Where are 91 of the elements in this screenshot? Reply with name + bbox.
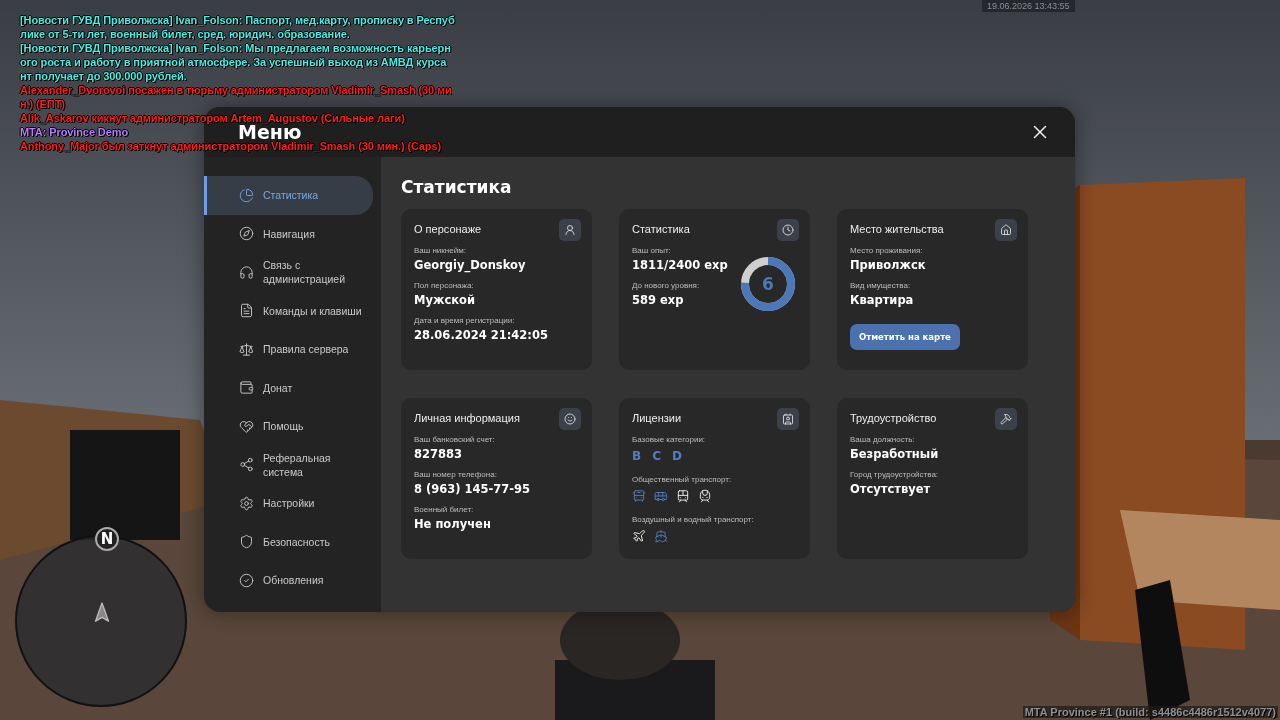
field-value: Мужской (414, 293, 475, 307)
field-label: Вид имущества: (850, 281, 911, 290)
headset-icon (239, 264, 254, 280)
field-value: Не получен (414, 517, 491, 531)
sidebar-label: Правила сервера (263, 342, 349, 357)
level-number: 6 (761, 273, 775, 296)
field-label: Ваш опыт: (632, 246, 671, 255)
check-circle-icon (239, 572, 254, 588)
chat-message: ого роста и работу в приятной атмосфере. За успешный выход из АМВД курса (20, 55, 447, 69)
chat-message: MTA: Province Demo (20, 125, 128, 139)
field-label: Воздушный и водный транспорт: (632, 515, 754, 524)
sidebar-label: Донат (263, 380, 293, 395)
sidebar-label: Реферальная система (263, 450, 332, 479)
chat-message: лике от 5-ти лет, военный билет, сред. юридич. образование. (20, 27, 350, 41)
field-value: Georgiy_Donskoy (414, 258, 526, 272)
person-icon (559, 219, 581, 241)
sidebar-label: Безопасность (263, 534, 330, 549)
sidebar-item[interactable]: Безопасность (204, 522, 373, 561)
mark-on-map-button[interactable]: Отметить на карте (850, 324, 960, 350)
pie-chart-icon (239, 187, 254, 203)
sidebar-label: Статистика (263, 188, 319, 203)
date-time: 19.06.2026 13:43:55 (982, 0, 1075, 12)
field-label: Ваш никнейм: (414, 246, 466, 255)
field-value: Безработный (850, 447, 939, 461)
chat-message: Alik_Askarov кикнут администратором Artem_Augustov (Сильные лаги) (20, 111, 405, 125)
field-label: Город трудоустройства: (850, 470, 939, 479)
field-label: Базовые категории: (632, 435, 706, 444)
chat-message: нт получает до 300.000 рублей. (20, 69, 187, 83)
scales-icon (239, 341, 254, 357)
chat-message: Anthony_Major был заткнут администратором Vladimir_Smash (30 мин.) (Caps) (20, 139, 442, 153)
license-category: B (632, 449, 642, 463)
field-value: Отсутствует (850, 482, 931, 496)
nodes-icon (239, 457, 254, 473)
sidebar-label: Настройки (263, 496, 315, 511)
sidebar-item[interactable]: Связь с администрацией (204, 253, 373, 292)
field-label: Ваш банковский счет: (414, 435, 495, 444)
north-marker: N (95, 527, 119, 551)
license-category: C (652, 449, 661, 463)
card-title: Место жительства (850, 223, 945, 235)
field-value: 1811/2400 exp (632, 258, 728, 272)
sidebar-item[interactable]: Обновления (204, 561, 373, 600)
field-label: Общественный транспорт: (632, 475, 732, 484)
id-card-icon (777, 408, 799, 430)
sidebar-item[interactable]: Статистика (204, 176, 373, 215)
sidebar-item[interactable]: Помощь (204, 407, 373, 446)
heart-handshake-icon (239, 418, 254, 434)
clock-icon (777, 219, 799, 241)
sidebar-item[interactable]: Навигация (204, 214, 373, 253)
sidebar-label: Помощь (263, 419, 304, 434)
compass-icon (239, 226, 254, 242)
field-value: 827883 (414, 447, 462, 461)
card-title: Трудоустройство (850, 412, 938, 424)
sidebar-item[interactable]: Команды и клавиши (204, 291, 373, 330)
field-label: Место проживания: (850, 246, 923, 255)
section-heading: Статистика (401, 177, 513, 197)
field-value: 589 exp (632, 293, 684, 307)
wallet-icon (239, 380, 254, 396)
field-value: 28.06.2024 21:42:05 (414, 328, 548, 342)
chat-message: [Новости ГУВД Приволжска] Ivan_Folson: Паспорт, мед.карту, прописку в Респуб (20, 13, 455, 27)
sidebar-label: Команды и клавиши (263, 303, 362, 318)
card-title: Лицензии (632, 412, 683, 424)
field-label: Военный билет: (414, 505, 474, 514)
card-title: О персонаже (414, 223, 483, 235)
sidebar-label: Связь с администрацией (263, 258, 347, 287)
sidebar-item[interactable]: Настройки (204, 484, 373, 523)
field-value: Приволжск (850, 258, 926, 272)
field-value: 8 (963) 145-77-95 (414, 482, 531, 496)
chat-message: н.) (ЕПТ) (20, 97, 65, 111)
shield-icon (239, 534, 254, 550)
field-label: Ваш номер телефона: (414, 470, 497, 479)
field-value: Квартира (850, 293, 914, 307)
field-label: Дата и время регистрации: (414, 316, 515, 325)
card-title: Статистика (632, 223, 691, 235)
field-label: Пол персонажа: (414, 281, 474, 290)
chat-message: [Новости ГУВД Приволжска] Ivan_Folson: Мы предлагаем возможность карьерн (20, 41, 451, 55)
sidebar-label: Навигация (263, 226, 315, 241)
sidebar-label: Обновления (263, 573, 324, 588)
document-icon (239, 303, 254, 319)
license-category: D (671, 449, 682, 463)
sidebar-item[interactable]: Правила сервера (204, 330, 373, 369)
house-icon (995, 219, 1017, 241)
field-label: Ваша должность: (850, 435, 915, 444)
gear-icon (239, 495, 254, 511)
chat-message: Alexander_Dvorovoi посажен в тюрьму администратором Vladimir_Smash (30 ми (20, 83, 452, 97)
sidebar-item[interactable]: Донат (204, 368, 373, 407)
sidebar-item[interactable]: Реферальная система (204, 445, 373, 484)
build-info: MTA Province #1 (build: s4486c4486r1512v4077) (1022, 706, 1278, 718)
face-icon (559, 408, 581, 430)
field-label: До нового уровня: (632, 281, 700, 290)
hammer-icon (995, 408, 1017, 430)
card-title: Личная информация (414, 412, 521, 424)
